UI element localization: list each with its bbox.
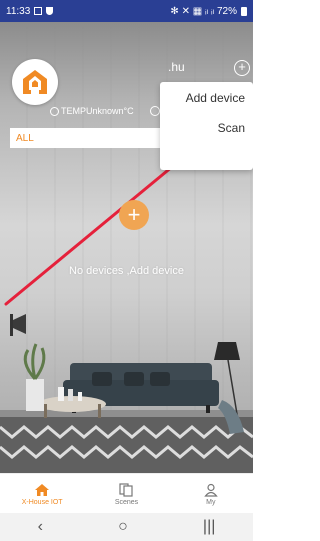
- add-device-button[interactable]: +: [119, 200, 149, 230]
- menu-item-add-device[interactable]: Add device: [186, 91, 245, 105]
- recents-button[interactable]: |||: [203, 518, 215, 536]
- tab-my-label: My: [206, 498, 216, 506]
- plant: [23, 343, 46, 411]
- wall-lamp: [10, 314, 26, 336]
- home-icon: [35, 483, 50, 496]
- device-name-label: .hu: [168, 60, 185, 74]
- thermometer-icon: [50, 106, 59, 116]
- weather-icon: [150, 106, 160, 116]
- menu-item-scan[interactable]: Scan: [218, 121, 245, 135]
- add-dropdown-menu: Add device Scan: [160, 82, 253, 170]
- app-logo[interactable]: [12, 59, 58, 105]
- system-navigation-bar: ‹ ○ |||: [0, 513, 253, 541]
- tab-home-label: X-House IOT: [21, 498, 63, 506]
- shield-notification-icon: [46, 7, 54, 15]
- rug: [0, 417, 253, 473]
- status-indicators: ✻ ✕ ▦ ᵢₗ ᵢₗ 72%: [170, 5, 237, 17]
- home-button[interactable]: ○: [118, 518, 128, 536]
- tab-scenes-label: Scenes: [114, 498, 139, 506]
- add-icon[interactable]: +: [234, 60, 250, 76]
- profile-icon: [204, 483, 218, 497]
- back-button[interactable]: ‹: [38, 518, 43, 536]
- empty-state-message: No devices ,Add device: [69, 265, 184, 277]
- status-time: 11:33: [6, 5, 31, 17]
- bottom-navigation: X-House IOT Scenes My: [0, 473, 253, 514]
- home-screen: .hu + TEMPUnknown°C ALL --- Add device S…: [0, 22, 253, 473]
- room-tab-all[interactable]: ALL: [16, 133, 34, 144]
- scenes-icon: [119, 482, 134, 497]
- temperature-text: TEMPUnknown°C: [61, 106, 134, 116]
- gallery-notification-icon: [34, 7, 43, 15]
- temperature-display: TEMPUnknown°C: [50, 106, 134, 116]
- battery-icon: [241, 6, 247, 16]
- status-bar: 11:33 ✻ ✕ ▦ ᵢₗ ᵢₗ 72%: [0, 0, 253, 22]
- house-logo-icon: [23, 70, 47, 94]
- tab-my[interactable]: My: [169, 474, 253, 514]
- tab-home[interactable]: X-House IOT: [0, 474, 84, 514]
- tab-scenes[interactable]: Scenes: [84, 474, 168, 514]
